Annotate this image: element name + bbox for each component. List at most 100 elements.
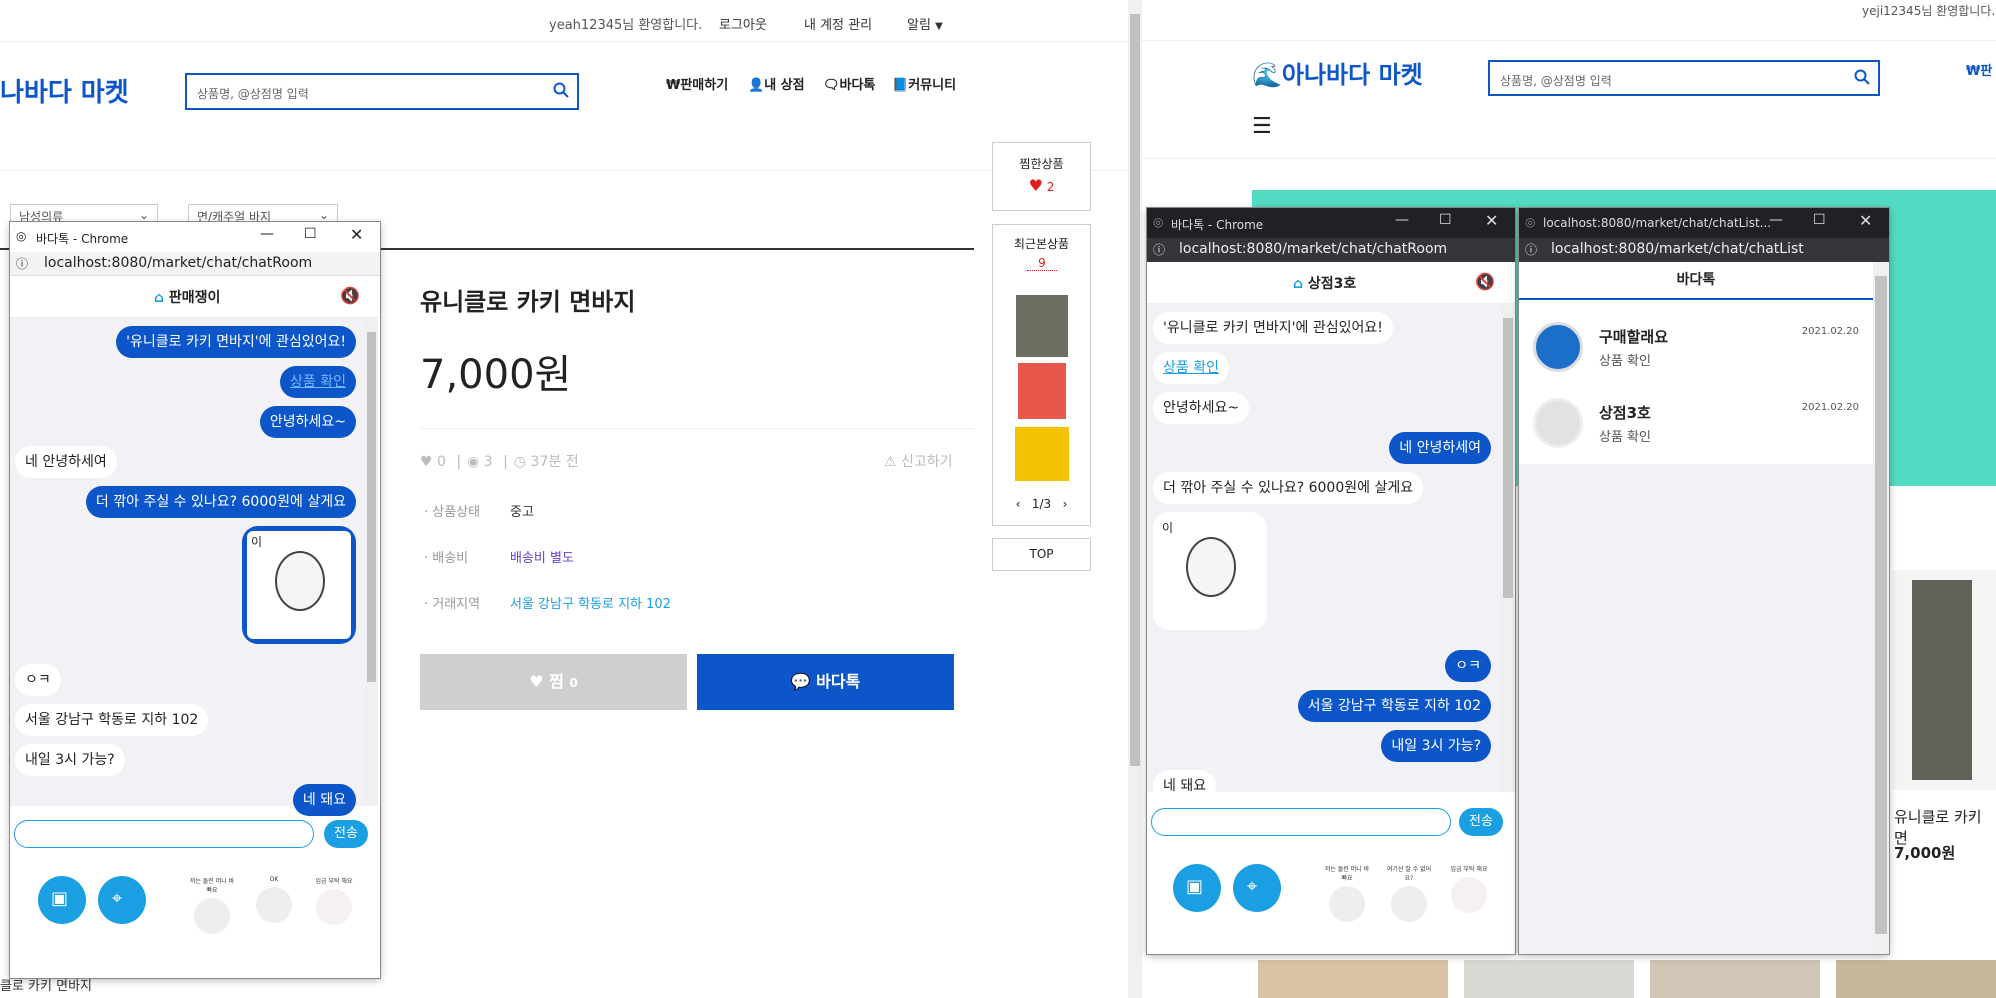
chat-partner: ⌂ 판매쟁이 <box>154 290 221 306</box>
nav-badatalk[interactable]: 🗨바다톡 <box>823 74 875 93</box>
nav-divider <box>1142 158 1996 159</box>
hamster-sticker-icon <box>1186 537 1236 597</box>
maximize-icon[interactable]: ☐ <box>304 226 317 242</box>
image-upload-button[interactable]: ▣ <box>1173 864 1221 912</box>
badatalk-button[interactable]: 💬 바다톡 <box>697 654 954 710</box>
minimize-icon[interactable]: — <box>260 226 274 242</box>
logout-link[interactable]: 로그아웃 <box>719 14 767 33</box>
wish-count: 2 <box>1046 180 1055 194</box>
message-bubble: 안녕하세요~ <box>1153 392 1250 424</box>
nav-partial[interactable]: ₩판 <box>1966 60 1992 79</box>
window-title: 바다톡 - Chrome <box>1171 218 1264 232</box>
url-text: localhost:8080/market/chat/chatList <box>1551 241 1804 257</box>
map-button[interactable]: ⌖ <box>98 876 146 924</box>
shipping-label: · 배송비 <box>424 551 469 566</box>
message-bubble: 내일 3시 가능? <box>1381 730 1491 762</box>
search-input-right[interactable]: 상품명, @상점명 입력 <box>1500 72 1612 89</box>
wish-widget[interactable]: 찜한상품 ♥ 2 <box>992 142 1091 211</box>
wish-button[interactable]: ♥ 찜 0 <box>420 654 687 710</box>
recent-item-snack[interactable] <box>1018 363 1066 419</box>
image-icon: ▣ <box>51 888 69 909</box>
hamburger-icon[interactable]: ☰ <box>1252 114 1272 139</box>
minimize-icon[interactable]: — <box>1395 212 1409 228</box>
chat-scrollbar[interactable] <box>365 318 378 806</box>
avatar <box>1533 322 1583 372</box>
product-thumb-3[interactable] <box>1650 960 1820 998</box>
page-scrollbar[interactable] <box>1128 0 1142 998</box>
message-list[interactable]: '유니클로 카키 면바지'에 관심있어요! 상품 확인 안녕하세요~ 네 안녕하… <box>10 318 365 816</box>
recent-item-tshirt[interactable] <box>1015 427 1069 481</box>
recent-pager: ‹ 1/3 › <box>1015 497 1068 511</box>
chat-header: ⌂ 판매쟁이 🔇 <box>10 276 380 318</box>
chevron-right-icon[interactable]: › <box>1063 497 1068 511</box>
product-thumb-1[interactable] <box>1258 960 1448 998</box>
report-link[interactable]: ⚠ 신고하기 <box>884 451 953 471</box>
message-input[interactable] <box>14 820 314 848</box>
url-bar[interactable]: ⓘ localhost:8080/market/chat/chatList <box>1519 238 1889 262</box>
sticker-option[interactable]: 저는 돌린 머니 바빠요 <box>1323 864 1371 922</box>
product-thumb-2[interactable] <box>1464 960 1634 998</box>
search-icon[interactable] <box>553 82 569 98</box>
chat-room-item[interactable]: 상점3호 상품 확인 2021.02.20 <box>1519 388 1873 462</box>
location-label: · 거래지역 <box>424 597 481 612</box>
sticker-option[interactable]: 여기선 잘 수 없어요? <box>1385 864 1433 922</box>
maximize-icon[interactable]: ☐ <box>1439 212 1452 228</box>
url-bar[interactable]: ⓘ localhost:8080/market/chat/chatRoom <box>10 252 380 276</box>
window-titlebar: ◎ localhost:8080/market/chat/chatList...… <box>1519 208 1889 238</box>
chrome-icon: ◎ <box>1153 215 1164 229</box>
recent-item-pants[interactable] <box>1016 295 1068 357</box>
sticker-option[interactable]: OK <box>250 876 298 932</box>
view-count: 3 <box>483 454 493 470</box>
product-link-bubble[interactable]: 상품 확인 <box>1153 352 1229 384</box>
product-link-bubble[interactable]: 상품 확인 <box>280 366 356 398</box>
message-list[interactable]: '유니클로 카키 면바지'에 관심있어요! 상품 확인 안녕하세요~ 네 안녕하… <box>1147 304 1501 802</box>
nav-mystore[interactable]: 👤내 상점 <box>748 74 805 93</box>
sticker-option[interactable]: 저는 돌린 머니 바빠요 <box>188 876 236 934</box>
chevron-down-icon: ⌄ <box>318 208 329 222</box>
product-thumb-4[interactable] <box>1836 960 1996 998</box>
top-button[interactable]: TOP <box>992 538 1091 571</box>
nav-sell[interactable]: ₩판매하기 <box>666 74 728 93</box>
search-icon[interactable] <box>1854 69 1870 85</box>
like-count: 0 <box>437 454 446 470</box>
logo[interactable]: 나바다 마켓 <box>0 72 129 109</box>
chat-room-item[interactable]: 구매할래요 상품 확인 2021.02.20 <box>1519 308 1873 382</box>
send-button[interactable]: 전송 <box>324 820 368 848</box>
url-bar[interactable]: ⓘ localhost:8080/market/chat/chatRoom <box>1147 238 1515 262</box>
message-input[interactable] <box>1151 808 1451 836</box>
search-input[interactable]: 상품명, @상점명 입력 <box>197 85 309 102</box>
close-icon[interactable]: ✕ <box>1859 211 1872 230</box>
heart-icon: ♥ <box>529 672 544 691</box>
account-link[interactable]: 내 계정 관리 <box>804 14 872 33</box>
location-value[interactable]: 서울 강남구 학동로 지하 102 <box>510 593 671 612</box>
chat-list-body: 구매할래요 상품 확인 2021.02.20 상점3호 상품 확인 2021.0… <box>1519 302 1873 954</box>
product-thumb-right[interactable] <box>1892 570 1996 790</box>
image-upload-button[interactable]: ▣ <box>38 876 86 924</box>
mute-icon[interactable]: 🔇 <box>340 286 360 305</box>
message-bubble: 네 돼요 <box>292 784 356 816</box>
map-button[interactable]: ⌖ <box>1233 864 1281 912</box>
send-button[interactable]: 전송 <box>1459 808 1503 836</box>
info-icon: ⓘ <box>1153 243 1166 257</box>
maximize-icon[interactable]: ☐ <box>1813 212 1826 228</box>
sticker-option[interactable]: 입금 부탁 해요 <box>1445 864 1493 920</box>
minimize-icon[interactable]: — <box>1769 212 1783 228</box>
logo-right[interactable]: 🌊아나바다 마켓 <box>1252 55 1423 90</box>
chat-list-scrollbar[interactable] <box>1873 262 1889 954</box>
mute-icon[interactable]: 🔇 <box>1475 272 1495 291</box>
chevron-left-icon[interactable]: ‹ <box>1016 497 1021 511</box>
sticker-option[interactable]: 입금 부탁 해요 <box>310 876 358 932</box>
nav-community[interactable]: 📘커뮤니티 <box>892 74 956 93</box>
map-icon: ⌖ <box>112 888 123 909</box>
search-box[interactable]: 상품명, @상점명 입력 <box>185 73 579 110</box>
wish-title: 찜한상품 <box>1019 157 1064 171</box>
close-icon[interactable]: ✕ <box>1485 211 1498 230</box>
stats-row: ♥ 0 | ◉ 3 | ◷ 37분 전 <box>420 454 579 470</box>
chat-header: ⌂ 상점3호 🔇 <box>1147 262 1515 304</box>
top-bar: yeah12345님 환영합니다. 로그아웃 내 계정 관리 알림 ▼ <box>0 0 1128 42</box>
window-title: localhost:8080/market/chat/chatList... <box>1543 216 1772 230</box>
chat-scrollbar[interactable] <box>1501 304 1515 792</box>
close-icon[interactable]: ✕ <box>350 225 363 244</box>
search-box-right[interactable]: 상품명, @상점명 입력 <box>1488 60 1880 96</box>
notify-link[interactable]: 알림 ▼ <box>907 14 943 33</box>
